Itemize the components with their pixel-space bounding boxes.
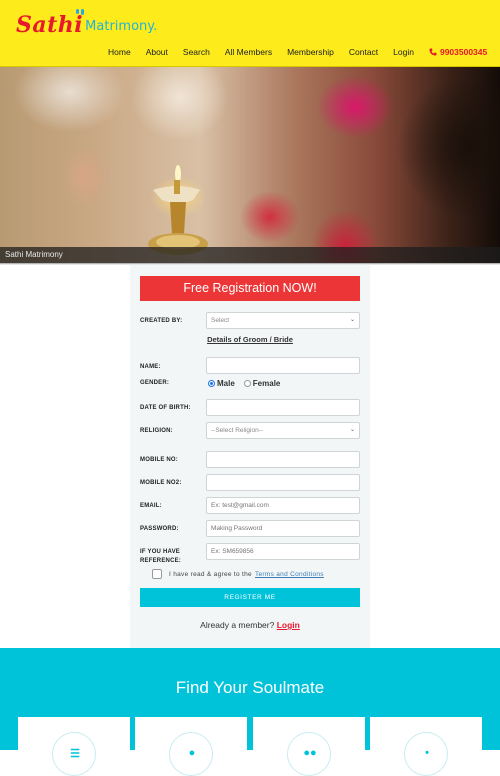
religion-select[interactable]: --Select Religion-- ⌄ bbox=[206, 422, 360, 439]
card-icon-circle: ● bbox=[169, 732, 213, 776]
oil-lamp-image bbox=[148, 165, 208, 255]
radio-female[interactable] bbox=[243, 380, 251, 387]
couple-icon: ●● bbox=[303, 747, 317, 759]
feature-card[interactable]: ☰ bbox=[18, 717, 130, 776]
created-by-select[interactable]: Select ⌄ bbox=[206, 312, 360, 329]
gender-option-male[interactable]: Male bbox=[208, 379, 235, 388]
main-nav: Home About Search All Members Membership… bbox=[108, 47, 487, 57]
password-label: PASSWORD: bbox=[140, 526, 179, 532]
register-button[interactable]: REGISTER ME bbox=[140, 588, 360, 607]
nav-all-members[interactable]: All Members bbox=[225, 47, 272, 57]
soulmate-title: Find Your Soulmate bbox=[175, 678, 325, 697]
nav-home[interactable]: Home bbox=[108, 47, 131, 57]
card-icon-circle: ●● bbox=[287, 732, 331, 776]
agree-terms-row: I have read & agree to the Terms and Con… bbox=[152, 569, 324, 579]
religion-label: RELIGION: bbox=[140, 428, 173, 434]
card-icon-circle: ☰ bbox=[52, 732, 96, 776]
chevron-down-icon: ⌄ bbox=[349, 317, 355, 323]
site-logo[interactable]: Sathi Matrimony. bbox=[16, 8, 157, 38]
dob-input[interactable] bbox=[206, 399, 360, 416]
card-icon-circle: • bbox=[404, 732, 448, 776]
find-soulmate-section: Find Your Soulmate ☰ ● ●● • bbox=[0, 648, 500, 776]
site-header: Sathi Matrimony. Home About Search All M… bbox=[0, 0, 500, 67]
gender-option-female[interactable]: Female bbox=[243, 379, 280, 388]
section-heading-details: Details of Groom / Bride bbox=[207, 335, 293, 344]
name-input[interactable] bbox=[206, 357, 360, 374]
dob-label: DATE OF BIRTH: bbox=[140, 405, 191, 411]
nav-login[interactable]: Login bbox=[393, 47, 414, 57]
nav-search[interactable]: Search bbox=[183, 47, 210, 57]
reference-label: IF YOU HAVE REFERENCE: bbox=[140, 549, 182, 564]
radio-male[interactable] bbox=[208, 380, 215, 387]
name-label: NAME: bbox=[140, 364, 161, 370]
hero-caption: Sathi Matrimony bbox=[0, 247, 500, 263]
logo-matrimony-text: Matrimony. bbox=[85, 19, 158, 34]
connect-icon: • bbox=[425, 747, 429, 759]
register-icon: ☰ bbox=[70, 748, 80, 760]
phone-icon bbox=[429, 48, 437, 56]
chevron-down-icon: ⌄ bbox=[349, 427, 355, 433]
email-input[interactable] bbox=[206, 497, 360, 514]
nav-contact[interactable]: Contact bbox=[349, 47, 378, 57]
feature-card[interactable]: ● bbox=[135, 717, 247, 776]
nav-about[interactable]: About bbox=[146, 47, 168, 57]
registration-form: Free Registration NOW! CREATED BY: Selec… bbox=[130, 265, 370, 648]
email-label: EMAIL: bbox=[140, 503, 162, 509]
gender-label: GENDER: bbox=[140, 380, 170, 386]
profile-icon: ● bbox=[188, 747, 196, 759]
phone-number: 9903500345 bbox=[439, 47, 488, 57]
mobile2-input[interactable] bbox=[206, 474, 360, 491]
login-link[interactable]: Login bbox=[277, 620, 300, 630]
reference-input[interactable] bbox=[206, 543, 360, 560]
logo-sathi-text: Sathi bbox=[16, 9, 85, 38]
already-member-row: Already a member? Login bbox=[130, 620, 370, 630]
mobile2-label: MOBILE NO2: bbox=[140, 480, 182, 486]
terms-link[interactable]: Terms and Conditions bbox=[255, 571, 324, 578]
created-by-label: CREATED BY: bbox=[140, 318, 183, 324]
agree-checkbox[interactable] bbox=[152, 569, 162, 579]
agree-text: I have read & agree to the bbox=[169, 570, 252, 578]
feature-card[interactable]: ●● bbox=[253, 717, 365, 776]
mobile-label: MOBILE NO: bbox=[140, 457, 178, 463]
form-title: Free Registration NOW! bbox=[140, 276, 360, 301]
gender-radio-group: Male Female bbox=[208, 379, 289, 388]
nav-phone-link[interactable]: 9903500345 bbox=[429, 47, 487, 57]
hero-banner: Sathi Matrimony bbox=[0, 67, 500, 263]
logo-dots-decoration bbox=[76, 9, 85, 15]
password-input[interactable] bbox=[206, 520, 360, 537]
mobile-input[interactable] bbox=[206, 451, 360, 468]
nav-membership[interactable]: Membership bbox=[287, 47, 334, 57]
already-member-text: Already a member? bbox=[200, 620, 275, 630]
feature-card[interactable]: • bbox=[370, 717, 482, 776]
